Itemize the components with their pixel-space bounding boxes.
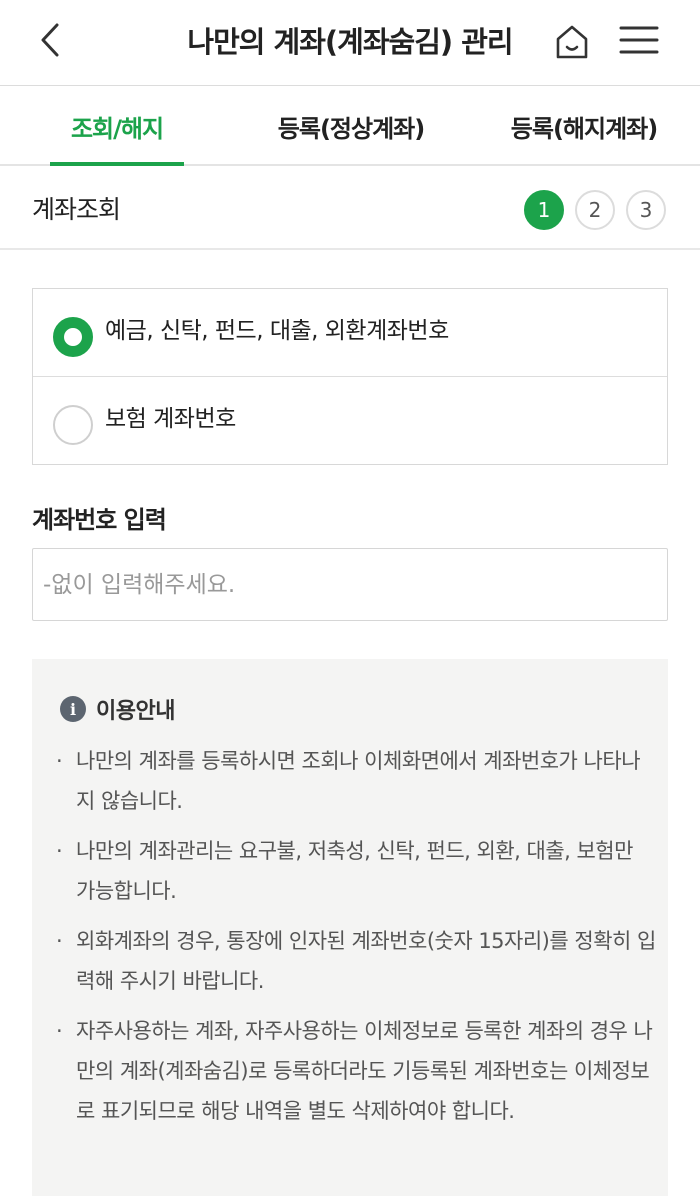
guide-header: i 이용안내 <box>60 693 175 725</box>
account-type-option-insurance[interactable]: 보험 계좌번호 <box>33 377 667 465</box>
account-type-label: 보험 계좌번호 <box>105 406 236 432</box>
back-button[interactable] <box>30 18 70 62</box>
guide-item: 나만의 계좌를 등록하시면 조회나 이체화면에서 계좌번호가 나타나지 않습니다… <box>56 741 656 821</box>
step-indicator-1: 1 <box>524 190 564 230</box>
radio-unchecked[interactable] <box>53 405 93 445</box>
guide-item: 자주사용하는 계좌, 자주사용하는 이체정보로 등록한 계좌의 경우 나만의 계… <box>56 1011 656 1131</box>
guide-item: 나만의 계좌관리는 요구불, 저축성, 신탁, 펀드, 외환, 대출, 보험만 … <box>56 831 656 911</box>
tab-register-closed[interactable]: 등록(해지계좌) <box>500 86 668 166</box>
guide-list: 나만의 계좌를 등록하시면 조회나 이체화면에서 계좌번호가 나타나지 않습니다… <box>56 741 656 1141</box>
account-number-label: 계좌번호 입력 <box>32 506 167 534</box>
account-type-label: 예금, 신탁, 펀드, 대출, 외환계좌번호 <box>105 318 449 344</box>
menu-button[interactable] <box>614 18 664 62</box>
tab-inquiry-cancel[interactable]: 조회/해지 <box>50 86 184 166</box>
step-section: 계좌조회 1 2 3 <box>0 166 700 250</box>
account-type-option-deposit[interactable]: 예금, 신탁, 펀드, 대출, 외환계좌번호 <box>33 289 667 377</box>
step-section-title: 계좌조회 <box>32 195 121 224</box>
home-icon <box>556 25 588 59</box>
page-title: 나만의 계좌(계좌숨김) 관리 <box>187 25 513 59</box>
account-type-selector: 예금, 신탁, 펀드, 대출, 외환계좌번호 보험 계좌번호 <box>32 288 668 465</box>
radio-checked[interactable] <box>53 317 93 357</box>
usage-guide-panel: i 이용안내 나만의 계좌를 등록하시면 조회나 이체화면에서 계좌번호가 나타… <box>32 659 668 1196</box>
tab-register-normal[interactable]: 등록(정상계좌) <box>256 86 446 166</box>
guide-item: 외화계좌의 경우, 통장에 인자된 계좌번호(숫자 15자리)를 정확히 입력해… <box>56 921 656 1001</box>
title-wrap: 나만의 계좌(계좌숨김) 관리 <box>150 18 550 62</box>
info-icon: i <box>60 696 86 722</box>
step-indicator-3: 3 <box>626 190 666 230</box>
app-header: 나만의 계좌(계좌숨김) 관리 <box>0 0 700 86</box>
hamburger-menu-icon <box>619 26 659 54</box>
guide-title: 이용안내 <box>96 699 175 724</box>
step-indicator-2: 2 <box>575 190 615 230</box>
chevron-left-icon <box>41 23 59 57</box>
tab-bar: 조회/해지 등록(정상계좌) 등록(해지계좌) <box>0 86 700 166</box>
home-button[interactable] <box>552 20 592 64</box>
account-number-input[interactable] <box>32 548 668 621</box>
